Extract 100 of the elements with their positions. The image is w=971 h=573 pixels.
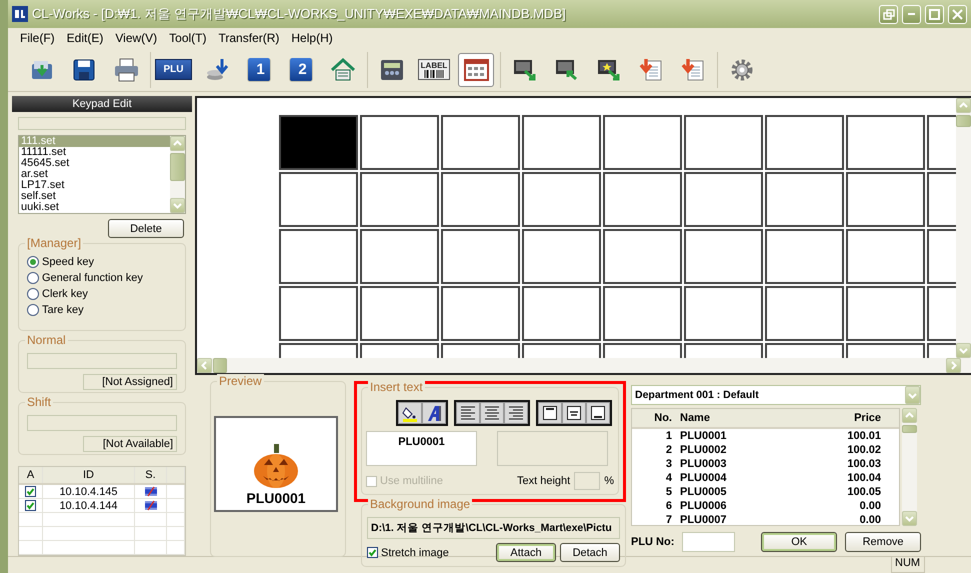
radio-button[interactable]: [27, 256, 39, 268]
file-list-item[interactable]: LP17.set: [19, 180, 170, 192]
restore-button[interactable]: [879, 4, 898, 24]
keypad-key[interactable]: [846, 286, 925, 341]
table-row[interactable]: 7 PLU0007 0.00: [632, 513, 899, 525]
keypad-key[interactable]: [522, 115, 601, 170]
radio-button[interactable]: [27, 272, 39, 284]
text-height-field[interactable]: [574, 472, 600, 490]
keypad-key[interactable]: [846, 172, 925, 227]
keypad-key[interactable]: [522, 172, 601, 227]
keypad-key[interactable]: [441, 286, 520, 341]
keypad-key[interactable]: [603, 286, 682, 341]
table-row[interactable]: 3 PLU0003 100.03: [632, 457, 899, 471]
scroll-thumb[interactable]: [956, 115, 971, 127]
table-row[interactable]: 6 PLU0006 0.00: [632, 499, 899, 513]
checkbox[interactable]: [25, 500, 36, 511]
second-text-field[interactable]: [497, 431, 608, 466]
checkbox[interactable]: [367, 547, 378, 558]
close-button[interactable]: [948, 4, 967, 24]
align-left-button[interactable]: [456, 402, 480, 424]
key-field[interactable]: [27, 353, 177, 369]
file-list-item[interactable]: self.set: [19, 191, 170, 202]
font-button[interactable]: [422, 402, 446, 424]
keypad-key[interactable]: [360, 115, 439, 170]
delete-button[interactable]: Delete: [108, 219, 184, 238]
scrollbar[interactable]: [197, 358, 971, 373]
file-list-item[interactable]: 11111.set: [19, 147, 170, 158]
radio-option[interactable]: Tare key: [27, 302, 177, 318]
fill-color-button[interactable]: [398, 402, 422, 424]
scrollbar[interactable]: [956, 98, 971, 358]
filter-field[interactable]: [18, 117, 186, 130]
maximize-button[interactable]: [925, 4, 944, 24]
attach-button[interactable]: Attach: [496, 543, 556, 562]
keypad-key[interactable]: [765, 286, 844, 341]
align-bottom-button[interactable]: [586, 402, 610, 424]
keypad-key[interactable]: [603, 115, 682, 170]
keypad-key[interactable]: [360, 229, 439, 284]
scrollbar[interactable]: [170, 136, 185, 214]
keypad-key[interactable]: [765, 172, 844, 227]
column-header[interactable]: A: [19, 467, 43, 483]
keypad-key[interactable]: [522, 229, 601, 284]
menu-item[interactable]: Transfer(R): [212, 30, 286, 46]
keypad-key[interactable]: [603, 172, 682, 227]
number-button[interactable]: 2: [283, 52, 319, 86]
table-row[interactable]: 4 PLU0004 100.04: [632, 471, 899, 485]
table-row[interactable]: 5 PLU0005 100.05: [632, 485, 899, 499]
keypad-key[interactable]: [684, 172, 763, 227]
align-right-button[interactable]: [504, 402, 528, 424]
column-header[interactable]: S.: [135, 467, 167, 483]
file-list-item[interactable]: 45645.set: [19, 158, 170, 170]
menu-item[interactable]: Help(H): [285, 30, 339, 46]
align-center-button[interactable]: [480, 402, 504, 424]
column-header[interactable]: Price: [816, 412, 885, 424]
align-middle-button[interactable]: [562, 402, 586, 424]
keypad-key[interactable]: [846, 229, 925, 284]
menu-item[interactable]: Edit(E): [60, 30, 110, 46]
scroll-thumb[interactable]: [170, 153, 185, 182]
ok-button[interactable]: OK: [761, 532, 838, 552]
keypad-key[interactable]: [765, 229, 844, 284]
radio-button[interactable]: [27, 288, 39, 300]
column-header[interactable]: No.: [632, 412, 676, 424]
radio-option[interactable]: Clerk key: [27, 286, 177, 302]
keypad-button[interactable]: [458, 52, 494, 86]
keypad-key[interactable]: [684, 229, 763, 284]
radio-option[interactable]: General function key: [27, 270, 177, 286]
keypad-key[interactable]: [846, 115, 925, 170]
checkbox[interactable]: [25, 486, 36, 497]
number-button[interactable]: 1: [241, 52, 277, 86]
radio-button[interactable]: [27, 304, 39, 316]
keypad-key[interactable]: [441, 229, 520, 284]
file-list-item[interactable]: ar.set: [19, 169, 170, 180]
menu-item[interactable]: Tool(T): [163, 30, 212, 46]
key-text-field[interactable]: PLU0001: [366, 431, 477, 466]
key-field[interactable]: [27, 415, 177, 431]
keypad-key[interactable]: [360, 286, 439, 341]
file-list-item[interactable]: uuki.set: [19, 202, 170, 214]
plu-number-field[interactable]: [682, 532, 736, 552]
keypad-key[interactable]: [441, 115, 520, 170]
menu-item[interactable]: File(F): [14, 30, 61, 46]
department-dropdown[interactable]: Department 001 : Default: [631, 385, 921, 405]
menu-item[interactable]: View(V): [109, 30, 164, 46]
keypad-key[interactable]: [360, 172, 439, 227]
keypad-key[interactable]: [765, 115, 844, 170]
keypad-key[interactable]: [441, 172, 520, 227]
column-header[interactable]: Name: [676, 412, 816, 424]
keypad-key[interactable]: [684, 286, 763, 341]
file-list[interactable]: 111.set 11111.set 45645.set ar.set LP17.set self.set uuki.set: [18, 135, 186, 214]
scrollbar[interactable]: [902, 408, 917, 526]
remove-button[interactable]: Remove: [845, 532, 922, 552]
scroll-thumb[interactable]: [902, 425, 917, 433]
keypad-key[interactable]: [684, 115, 763, 170]
detach-button[interactable]: Detach: [560, 543, 620, 562]
table-row[interactable]: 1 PLU0001 100.01: [632, 429, 899, 443]
radio-option[interactable]: Speed key: [27, 254, 177, 270]
keypad-key[interactable]: [522, 286, 601, 341]
keypad-key[interactable]: [279, 172, 358, 227]
keypad-key[interactable]: [603, 229, 682, 284]
scroll-thumb[interactable]: [213, 358, 227, 373]
image-path-field[interactable]: D:\1. 저울 연구개발\CL\CL-Works_Mart\exe\Pictu: [367, 517, 620, 539]
table-row[interactable]: 2 PLU0002 100.02: [632, 443, 899, 457]
